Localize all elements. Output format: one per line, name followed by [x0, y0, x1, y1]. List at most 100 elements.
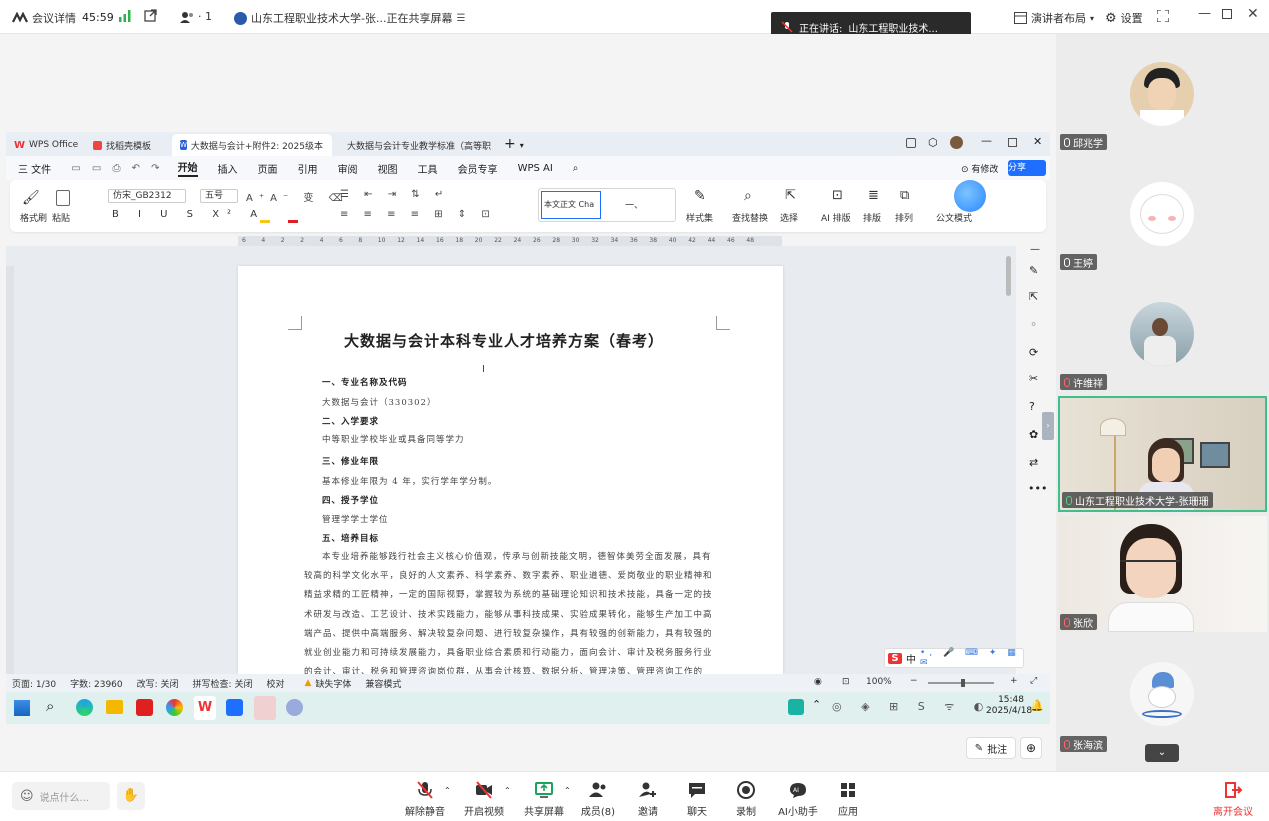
status-missing-font[interactable]: 缺失字体 [315, 677, 351, 690]
format-painter-label[interactable]: 格式刷 [20, 211, 47, 224]
eye-icon[interactable]: ◉ [814, 677, 822, 687]
fit-icon[interactable]: ⊡ [842, 677, 850, 687]
mic-options-chevron-icon[interactable]: ⌃ [444, 786, 451, 795]
qq-icon[interactable] [254, 696, 276, 720]
windows-start-icon[interactable] [14, 700, 30, 716]
expand-icon[interactable]: ⤢ [1030, 676, 1037, 686]
tab-templates[interactable]: 找稻壳模板 [85, 134, 169, 156]
ai-layout-label[interactable]: AI 排版 [821, 211, 851, 224]
emoji-icon[interactable]: ☺ [20, 789, 34, 804]
wps-minimize-icon[interactable]: — [981, 134, 992, 147]
menu-insert[interactable]: 插入 [218, 161, 238, 176]
paragraph-controls[interactable]: ☰ ⇤ ⇥ ⇅ ↵ [340, 189, 449, 200]
zoom-in-icon[interactable]: + [1010, 676, 1018, 686]
collapse-icon[interactable]: — [1030, 244, 1040, 255]
settings-button[interactable]: ⚙ 设置 [1105, 10, 1143, 26]
style-body[interactable]: 本文正文 Cha [541, 191, 601, 219]
find-replace-label[interactable]: 查找替换 [732, 211, 768, 224]
meeting-app-icon[interactable] [226, 699, 243, 716]
find-icon[interactable]: ⌕ [744, 188, 752, 204]
zoom-out-icon[interactable]: − [910, 676, 918, 686]
leave-meeting-button[interactable]: 离开会议 [1203, 780, 1263, 818]
tray-app-icon[interactable] [788, 699, 804, 715]
status-compat[interactable]: 兼容模式 [365, 677, 401, 690]
panel-expand-handle[interactable]: › [1042, 412, 1054, 440]
apps-button[interactable]: 应用 [818, 780, 878, 818]
minimize-icon[interactable]: — [1198, 6, 1211, 21]
font-name-select[interactable]: 仿宋_GB2312 [108, 189, 186, 203]
wps-close-icon[interactable]: ✕ [1033, 135, 1042, 148]
sync-icon[interactable]: ⇄ [1029, 456, 1038, 469]
layout-label[interactable]: 排版 [863, 211, 881, 224]
rotate-icon[interactable]: ⟳ [1029, 346, 1038, 359]
vertical-ruler[interactable] [6, 266, 14, 674]
vertical-scrollbar[interactable] [1006, 256, 1011, 296]
font-color-icon[interactable] [288, 220, 298, 223]
app-red-icon[interactable] [136, 699, 153, 716]
notification-icon[interactable]: 🔔 [1030, 699, 1044, 712]
horizontal-ruler[interactable]: 6 4 2 2 4 6 8 10 12 14 16 18 20 22 24 26 28 30 32 34 36 38 40 4… [238, 236, 782, 246]
menu-page[interactable]: 页面 [258, 161, 278, 176]
shapes-icon[interactable]: ⚬ [1029, 318, 1038, 331]
participants-indicator[interactable]: · 1 [180, 10, 212, 23]
menu-member[interactable]: 会员专享 [458, 161, 498, 176]
participant-tile[interactable]: 许维祥 [1058, 276, 1267, 392]
maximize-icon[interactable] [1222, 9, 1232, 19]
paste-label[interactable]: 粘贴 [52, 211, 70, 224]
layout-icon[interactable]: ≣ [868, 188, 879, 203]
scroll-down-button[interactable]: ⌄ [1145, 744, 1179, 762]
cursor-icon[interactable]: ⇱ [1029, 290, 1038, 303]
raise-hand-button[interactable]: ✋ [117, 782, 145, 810]
popout-icon[interactable] [144, 9, 157, 22]
sharing-status[interactable]: 山东工程职业技术大学-张...正在共享屏幕 ☰ [234, 10, 465, 26]
participant-tile[interactable]: 邱兆学 [1058, 36, 1267, 152]
tab-standard-document[interactable]: 大数据与会计专业教学标准（高等职 [335, 134, 497, 156]
pen-icon[interactable]: ✎ [1029, 264, 1038, 277]
participant-tile[interactable]: 王婷 [1058, 156, 1267, 272]
edge-browser-icon[interactable] [76, 699, 93, 716]
app-swirl-icon[interactable] [286, 699, 303, 716]
wps-taskbar-icon[interactable]: W [194, 696, 216, 720]
taskbar-search-icon[interactable]: ⌕ [46, 697, 54, 715]
menu-file[interactable]: 三 文件 [18, 161, 51, 176]
chat-input[interactable]: ☺ 说点什么... [12, 782, 110, 810]
zoom-slider-thumb[interactable] [961, 679, 965, 687]
status-proof[interactable]: 校对 [266, 677, 284, 690]
user-avatar-icon[interactable] [950, 136, 963, 149]
more-icon[interactable]: ••• [1028, 482, 1047, 495]
ai-layout-icon[interactable]: ⊡ [832, 188, 843, 203]
document-page[interactable]: 大数据与会计本科专业人才培养方案（春考） I 一、专业名称及代码 大数据与会计（3… [238, 266, 783, 674]
file-explorer-icon[interactable] [106, 700, 123, 714]
meeting-details-button[interactable]: 会议详情 [12, 10, 76, 26]
search-icon[interactable]: ⌕ [573, 163, 579, 174]
arrange-label[interactable]: 排列 [895, 211, 913, 224]
alignment-controls[interactable]: ≡ ≡ ≡ ≡ ⊞ ⇕ ⊡ [340, 209, 496, 220]
system-tray-icons[interactable]: ◎ ◈ ⊞ S ᯤ ◐ [832, 699, 991, 714]
participant-tile[interactable]: 张海滨 [1058, 636, 1267, 754]
font-size-select[interactable]: 五号 [200, 189, 238, 203]
official-mode-label[interactable]: 公文模式 [936, 211, 972, 224]
select-cursor-icon[interactable]: ⇱ [785, 188, 796, 203]
menu-tools[interactable]: 工具 [418, 161, 438, 176]
status-spell[interactable]: 拼写检查: 关闭 [193, 677, 253, 690]
tab-current-document[interactable]: W 大数据与会计+附件2: 2025级本 [172, 134, 332, 156]
tab-wps-office[interactable]: W WPS Office [6, 134, 82, 156]
close-icon[interactable]: ✕ [1247, 6, 1259, 22]
paste-icon[interactable] [56, 190, 70, 206]
chrome-icon[interactable] [166, 699, 183, 716]
font-size-controls[interactable]: A⁺A⁻ 变 ⌫ [246, 189, 349, 204]
status-revise[interactable]: 改写: 关闭 [137, 677, 179, 690]
style-heading[interactable]: 一、 [625, 198, 643, 211]
ime-mode[interactable]: 中 [906, 651, 916, 666]
zoom-in-button[interactable]: ⊕ [1020, 737, 1042, 759]
ime-toolbar[interactable]: S 中 •, 🎤 ⌨ ✦ ▦ ✉ [884, 648, 1024, 668]
menu-reference[interactable]: 引用 [298, 161, 318, 176]
share-button[interactable]: 分享 [1008, 160, 1046, 176]
sharing-menu-icon[interactable]: ☰ [456, 13, 465, 24]
tools-icon[interactable]: ✂ [1029, 372, 1038, 385]
text-format-buttons[interactable]: B I U S X² A [112, 209, 265, 220]
help-icon[interactable]: ? [1029, 400, 1035, 413]
status-words[interactable]: 字数: 23960 [70, 677, 123, 690]
fullscreen-icon[interactable] [1157, 10, 1169, 22]
layout-button[interactable]: 演讲者布局 ▾ [1014, 10, 1094, 26]
